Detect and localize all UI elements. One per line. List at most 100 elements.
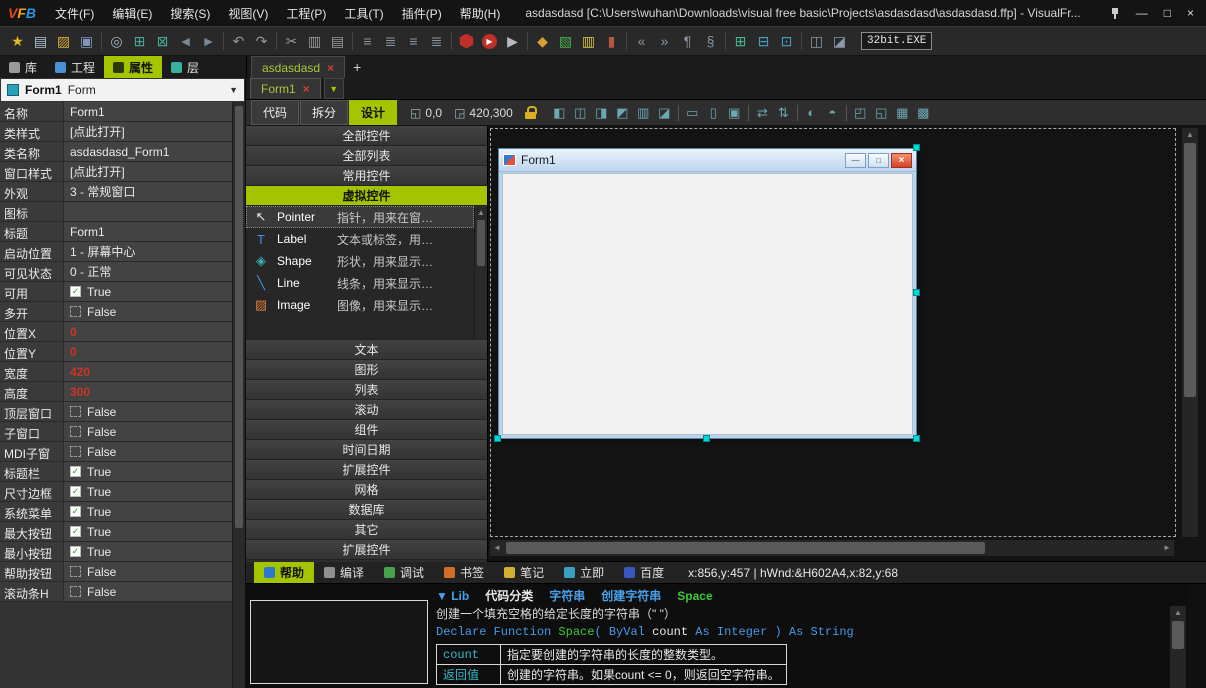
scroll-up-arrow[interactable]: ▲ — [1170, 606, 1186, 619]
designer-tab[interactable]: Form1 × — [250, 78, 321, 99]
center-horizontal-icon[interactable]: ◐ — [801, 102, 822, 123]
menu-item[interactable]: 工程(P) — [277, 1, 335, 26]
checkbox-icon[interactable]: ✓ — [70, 486, 81, 497]
checkbox-icon[interactable] — [70, 566, 81, 577]
toolbox-category[interactable]: 全部列表 — [246, 146, 487, 166]
code-clean-icon[interactable]: § — [699, 30, 722, 53]
property-value[interactable]: ✓True — [64, 282, 232, 301]
selection-handle-top-right[interactable] — [913, 144, 920, 151]
bottom-tab[interactable]: 调试 — [374, 562, 434, 583]
same-size-icon[interactable]: ▣ — [724, 102, 745, 123]
form-maximize-button[interactable]: □ — [868, 153, 889, 168]
tab-list-dropdown[interactable]: ▼ — [324, 78, 344, 99]
plugin-b-icon[interactable]: ◪ — [828, 30, 851, 53]
favorites-icon[interactable]: ★ — [6, 30, 29, 53]
add-class-icon[interactable]: ⊠ — [151, 30, 174, 53]
toolbox-category[interactable]: 虚拟控件 — [246, 186, 487, 206]
code-align-right-icon[interactable]: » — [653, 30, 676, 53]
step-run-icon[interactable]: ▶ — [501, 30, 524, 53]
window-next-icon[interactable]: ► — [197, 30, 220, 53]
align-right-icon[interactable]: ◨ — [591, 102, 612, 123]
toolbox-item[interactable]: ▨Image图像，用来显示… — [246, 294, 474, 316]
selection-handle-right-center[interactable] — [913, 289, 920, 296]
side-tab-item[interactable]: 工程 — [46, 56, 104, 78]
bottom-tab[interactable]: 笔记 — [494, 562, 554, 583]
scroll-thumb[interactable] — [506, 542, 985, 554]
close-icon[interactable]: × — [303, 82, 310, 96]
property-value[interactable]: ✓True — [64, 522, 232, 541]
toolbox-scrollbar[interactable]: ▲▼ — [474, 206, 487, 339]
checkbox-icon[interactable]: ✓ — [70, 286, 81, 297]
property-value[interactable]: 300 — [64, 382, 232, 401]
pin-icon[interactable] — [1110, 8, 1120, 19]
stop-icon[interactable] — [455, 30, 478, 53]
minimize-button[interactable]: — — [1136, 7, 1148, 19]
run-icon[interactable]: ▶ — [478, 30, 501, 53]
align-middle-icon[interactable]: ▥ — [633, 102, 654, 123]
selection-handle-bottom-left[interactable] — [494, 435, 501, 442]
property-value[interactable]: False — [64, 442, 232, 461]
align-center-h-icon[interactable]: ◫ — [570, 102, 591, 123]
package-tool-icon[interactable]: ◆ — [531, 30, 554, 53]
breadcrumb-item[interactable]: Space — [677, 589, 712, 603]
object-selector[interactable]: Form1 Form ▼ — [1, 79, 244, 101]
space-vertical-icon[interactable]: ⇅ — [773, 102, 794, 123]
side-tab-item[interactable]: 库 — [0, 56, 46, 78]
note-manager-icon[interactable]: ▥ — [577, 30, 600, 53]
toolbox-category[interactable]: 全部控件 — [246, 126, 487, 146]
canvas-vscrollbar[interactable]: ▲ ▼ — [1182, 128, 1198, 537]
window-prev-icon[interactable]: ◄ — [174, 30, 197, 53]
form-minimize-button[interactable]: — — [845, 153, 866, 168]
align-bottom-icon[interactable]: ◪ — [654, 102, 675, 123]
property-value[interactable]: False — [64, 422, 232, 441]
tab-order-icon[interactable]: ▦ — [892, 102, 913, 123]
lock-icon[interactable] — [525, 106, 537, 120]
scroll-thumb[interactable] — [477, 220, 485, 266]
help-scrollbar[interactable]: ▲ ▼ — [1170, 606, 1186, 688]
property-value[interactable]: False — [64, 402, 232, 421]
menu-item[interactable]: 编辑(E) — [103, 1, 161, 26]
window-tile-icon[interactable]: ⊟ — [752, 30, 775, 53]
menu-item[interactable]: 插件(P) — [393, 1, 451, 26]
feedback-icon[interactable]: ▮ — [600, 30, 623, 53]
align-top-icon[interactable]: ◩ — [612, 102, 633, 123]
checkbox-icon[interactable]: ✓ — [70, 546, 81, 557]
new-form-icon[interactable]: ▤ — [29, 30, 52, 53]
property-value[interactable]: [点此打开] — [64, 122, 232, 141]
document-tab[interactable]: asdasdasd × — [251, 56, 345, 78]
close-icon[interactable]: × — [327, 61, 334, 75]
checkbox-icon[interactable] — [70, 406, 81, 417]
bottom-tab[interactable]: 立即 — [554, 562, 614, 583]
toolbox-category[interactable]: 网格 — [246, 480, 487, 500]
toolbox-category[interactable]: 图形 — [246, 360, 487, 380]
add-module-icon[interactable]: ⊞ — [128, 30, 151, 53]
property-value[interactable]: [点此打开] — [64, 162, 232, 181]
code-align-left-icon[interactable]: « — [630, 30, 653, 53]
menu-item[interactable]: 搜索(S) — [161, 1, 219, 26]
toolbox-item[interactable]: TLabel文本或标签，用… — [246, 228, 474, 250]
scroll-right-arrow[interactable]: ► — [1160, 540, 1174, 556]
toolbox-category[interactable]: 常用控件 — [246, 166, 487, 186]
checkbox-icon[interactable]: ✓ — [70, 506, 81, 517]
property-value[interactable]: 420 — [64, 362, 232, 381]
center-vertical-icon[interactable]: ◓ — [822, 102, 843, 123]
side-tab-item[interactable]: 层 — [162, 56, 208, 78]
code-format-icon[interactable]: ¶ — [676, 30, 699, 53]
save-icon[interactable]: ▣ — [75, 30, 98, 53]
form-close-button[interactable]: × — [891, 153, 912, 168]
split-view-button[interactable]: 拆分 — [300, 100, 348, 125]
same-height-icon[interactable]: ▯ — [703, 102, 724, 123]
lock-controls-icon[interactable]: ▩ — [913, 102, 934, 123]
checkbox-icon[interactable] — [70, 586, 81, 597]
toolbox-category[interactable]: 组件 — [246, 420, 487, 440]
copy-icon[interactable]: ▥ — [303, 30, 326, 53]
property-value[interactable]: ✓True — [64, 482, 232, 501]
breadcrumb-item[interactable]: 创建字符串 — [601, 589, 661, 603]
scroll-thumb[interactable] — [235, 106, 243, 528]
toolbox-category[interactable]: 扩展控件 — [246, 540, 487, 560]
align-left-icon[interactable]: ◧ — [549, 102, 570, 123]
toolbox-category[interactable]: 列表 — [246, 380, 487, 400]
designed-form-titlebar[interactable]: Form1 — □ × — [499, 149, 916, 172]
design-view-button[interactable]: 设计 — [349, 100, 397, 125]
search-icon[interactable]: ◎ — [105, 30, 128, 53]
